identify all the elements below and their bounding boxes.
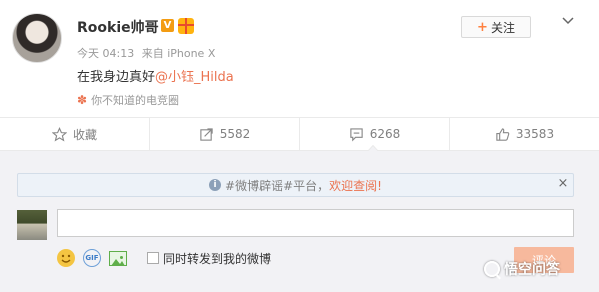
comment-icon: [350, 127, 363, 141]
gift-icon[interactable]: [178, 18, 194, 34]
repost-checkbox-label[interactable]: 同时转发到我的微博: [163, 250, 271, 267]
mention-link[interactable]: @小钰_Hilda: [155, 70, 234, 85]
notice-text: #微博辟谣#平台，: [225, 178, 330, 193]
comment-pointer: [367, 145, 379, 152]
rumor-notice: i #微博辟谣#平台， 欢迎查阅!: [17, 173, 574, 197]
post-time[interactable]: 今天 04:13: [77, 47, 134, 60]
post-text: 在我身边真好@小钰_Hilda: [77, 66, 234, 85]
notice-link[interactable]: 欢迎查阅!: [329, 177, 382, 194]
post-device: 来自 iPhone X: [141, 47, 216, 60]
comment-count: 6268: [369, 127, 401, 141]
info-icon: i: [209, 179, 222, 191]
favorite-label: 收藏: [72, 127, 97, 142]
repost-button[interactable]: 5582: [150, 118, 300, 150]
close-icon[interactable]: ×: [557, 176, 569, 192]
like-button[interactable]: 33583: [450, 118, 599, 150]
flower-icon: ✽: [77, 93, 88, 107]
action-bar: 收藏 5582 6268 33583: [0, 117, 599, 151]
comment-toolbar: GIF 同时转发到我的微博: [57, 247, 271, 269]
watermark-text: 悟空问答: [504, 262, 560, 278]
follow-button[interactable]: + 关注: [461, 16, 531, 38]
emoji-face: [61, 254, 71, 263]
repost-checkbox[interactable]: [147, 252, 159, 264]
picture-icon[interactable]: [109, 250, 127, 266]
gif-icon[interactable]: GIF: [83, 249, 101, 267]
author-name[interactable]: Rookie帅哥: [77, 17, 159, 37]
like-count: 33583: [515, 127, 555, 141]
verified-badge[interactable]: V: [161, 19, 174, 32]
repost-count: 5582: [219, 127, 251, 141]
wukong-watermark: 悟空问答: [484, 259, 560, 279]
comment-input[interactable]: [57, 209, 574, 237]
post-body: 在我身边真好: [77, 70, 156, 85]
topic-source-link[interactable]: 你不知道的电竞圈: [91, 92, 179, 108]
emoji-icon[interactable]: [57, 249, 75, 267]
dropdown-icon[interactable]: [561, 14, 575, 28]
follow-label: 关注: [490, 20, 515, 35]
favorite-button[interactable]: 收藏: [0, 118, 150, 150]
like-icon: [496, 127, 510, 141]
star-icon: [51, 126, 67, 141]
my-avatar[interactable]: [17, 210, 47, 240]
wukong-icon: [484, 261, 500, 277]
post-meta: 今天 04:13 来自 iPhone X: [77, 45, 219, 61]
plus-icon: +: [477, 19, 488, 35]
picture-glyph: [111, 255, 125, 266]
topic-source: ✽ 你不知道的电竞圈: [77, 92, 179, 108]
author-avatar[interactable]: [12, 13, 62, 63]
repost-icon: [200, 127, 213, 141]
